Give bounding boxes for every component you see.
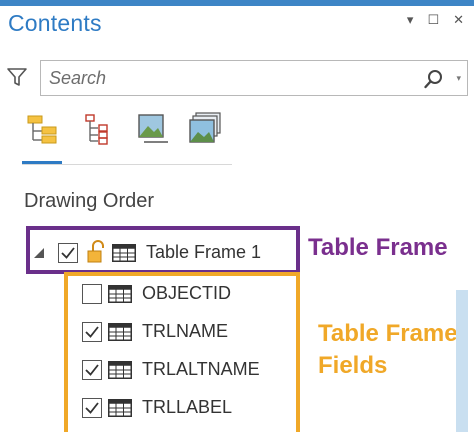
vertical-scrollbar[interactable] bbox=[456, 290, 468, 432]
filter-icon[interactable] bbox=[6, 66, 28, 88]
search-options-chevron-icon[interactable]: ▾ bbox=[456, 73, 461, 84]
section-title: Drawing Order bbox=[24, 190, 155, 212]
pin-dropdown-button[interactable]: ▾ bbox=[407, 12, 414, 28]
view-tabs bbox=[22, 110, 232, 160]
maximize-button[interactable]: ☐ bbox=[427, 12, 439, 28]
table-fields-annotation: Table Frame Fields bbox=[318, 318, 474, 382]
top-accent-bar bbox=[0, 0, 474, 6]
tab-divider bbox=[22, 164, 232, 165]
table-fields-highlight-box bbox=[64, 272, 300, 432]
source-icon[interactable] bbox=[80, 110, 118, 148]
search-input[interactable] bbox=[49, 65, 409, 91]
pane-title: Contents bbox=[8, 10, 102, 36]
table-fields-annotation-line2: Fields bbox=[318, 352, 388, 379]
search-box[interactable]: ▾ bbox=[40, 60, 468, 96]
close-button[interactable]: ✕ bbox=[453, 12, 464, 28]
drawing-order-icon[interactable] bbox=[24, 110, 62, 148]
selection-icon[interactable] bbox=[134, 110, 172, 148]
table-frame-annotation: Table Frame bbox=[308, 234, 448, 261]
snapping-icon[interactable] bbox=[186, 110, 224, 148]
table-frame-highlight-box bbox=[26, 226, 300, 274]
window-controls: ▾ ☐ ✕ bbox=[407, 12, 464, 28]
table-fields-annotation-line1: Table Frame bbox=[318, 320, 458, 347]
search-icon[interactable] bbox=[423, 68, 445, 90]
